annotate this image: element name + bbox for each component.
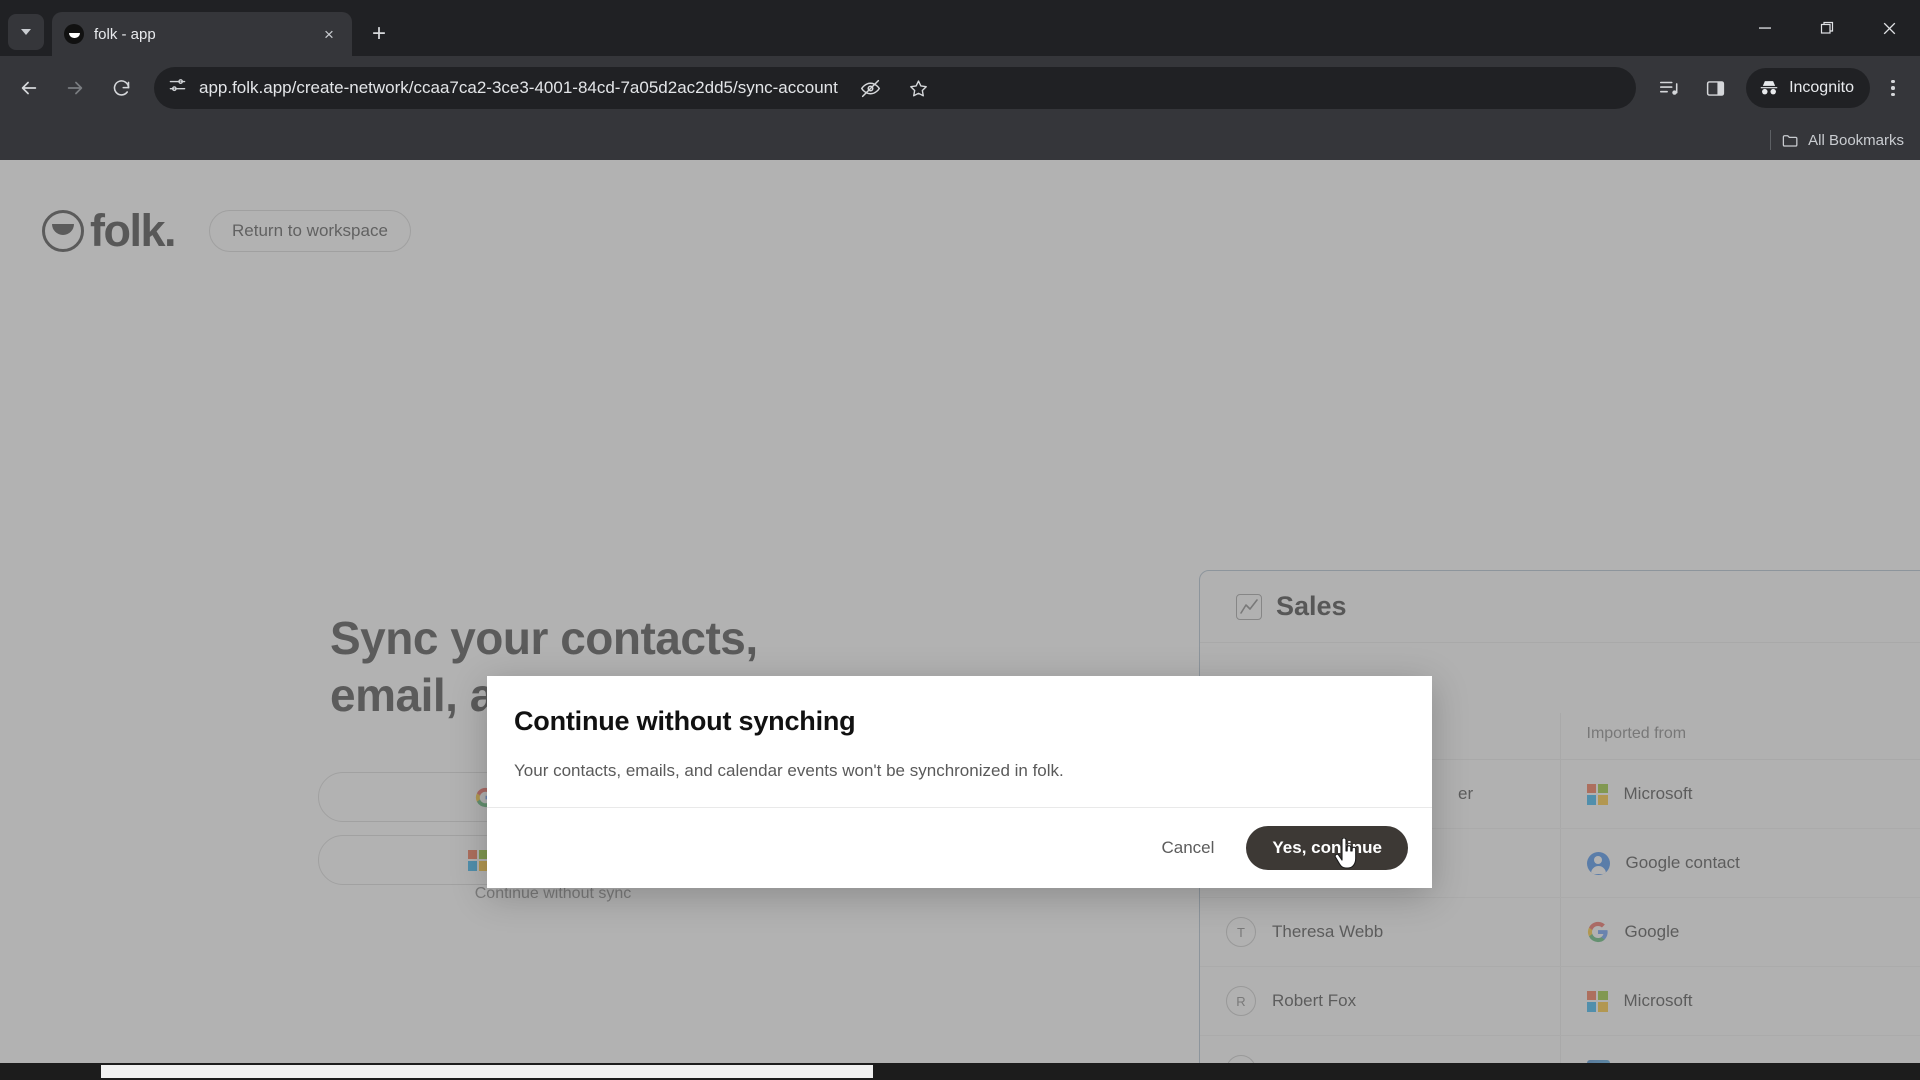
divider [1770,130,1772,150]
yes-continue-button[interactable]: Yes, continue [1246,826,1408,870]
modal-overlay[interactable] [0,160,1920,1080]
forward-arrow-icon[interactable] [54,67,96,109]
maximize-icon[interactable] [1796,0,1858,56]
tab-strip: folk - app × + [0,0,1920,56]
chevron-down-icon [21,29,31,35]
browser-window: folk - app × + app.folk.app/create-netwo… [0,0,1920,1080]
new-tab-button[interactable]: + [362,17,396,51]
folk-logo-icon [64,24,84,44]
cancel-button[interactable]: Cancel [1143,828,1232,868]
tab-search-button[interactable] [8,14,44,50]
tab-search-area [0,0,52,56]
horizontal-scrollbar[interactable] [0,1063,1920,1080]
bookmarks-bar: All Bookmarks [0,120,1920,160]
profile-incognito-button[interactable]: Incognito [1746,68,1870,108]
star-icon[interactable] [898,67,940,109]
omnibox-actions [850,67,940,109]
continue-without-sync-dialog: Continue without synching Your contacts,… [487,676,1432,888]
close-icon[interactable]: × [318,23,340,45]
dialog-title: Continue without synching [514,706,856,736]
dialog-description: Your contacts, emails, and calendar even… [514,761,1064,780]
address-bar[interactable]: app.folk.app/create-network/ccaa7ca2-3ce… [154,67,1637,109]
kebab-menu-icon[interactable] [1874,67,1912,109]
profile-label: Incognito [1789,79,1854,96]
dialog-footer: Cancel Yes, continue [487,807,1432,888]
tab-title: folk - app [94,25,156,43]
incognito-icon [1760,81,1778,95]
reload-icon[interactable] [100,67,142,109]
mouse-cursor [1333,837,1359,875]
side-panel-icon[interactable] [1694,67,1736,109]
site-settings-icon[interactable] [168,76,187,100]
scrollbar-thumb[interactable] [101,1065,873,1078]
back-arrow-icon[interactable] [8,67,50,109]
browser-toolbar: app.folk.app/create-network/ccaa7ca2-3ce… [0,56,1920,120]
window-controls [1734,0,1920,56]
dialog-body: Continue without synching Your contacts,… [487,676,1432,807]
all-bookmarks-button[interactable]: All Bookmarks [1781,131,1904,150]
page-viewport: folk. Return to workspace Sync your cont… [0,160,1920,1080]
browser-tab[interactable]: folk - app × [52,12,352,56]
all-bookmarks-label: All Bookmarks [1808,131,1904,149]
folder-icon [1782,134,1798,147]
minimize-icon[interactable] [1734,0,1796,56]
media-playlist-icon[interactable] [1648,67,1690,109]
url-text: app.folk.app/create-network/ccaa7ca2-3ce… [199,78,838,97]
eye-off-icon[interactable] [850,67,892,109]
folk-sync-page: folk. Return to workspace Sync your cont… [0,160,1920,1080]
close-icon[interactable] [1858,0,1920,56]
